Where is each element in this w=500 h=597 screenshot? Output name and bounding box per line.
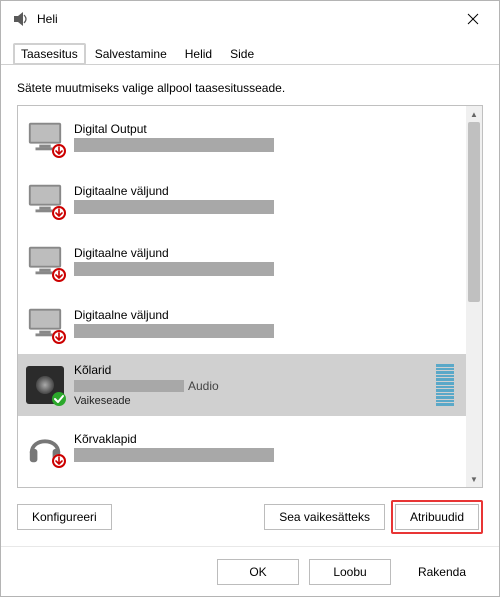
scrollbar-thumb[interactable] bbox=[468, 122, 480, 302]
properties-button[interactable]: Atribuudid bbox=[395, 504, 479, 530]
device-row[interactable]: Digitaalne väljund bbox=[18, 168, 466, 230]
configure-button[interactable]: Konfigureeri bbox=[17, 504, 112, 530]
device-icon bbox=[26, 428, 64, 466]
apply-button[interactable]: Rakenda bbox=[401, 559, 483, 585]
window-title: Heli bbox=[37, 12, 451, 26]
status-default-icon bbox=[52, 392, 66, 406]
app-icon bbox=[13, 11, 29, 27]
device-row[interactable]: Kõlarid Audio Vaikeseade bbox=[18, 354, 466, 416]
tab-taasesitus[interactable]: Taasesitus bbox=[13, 43, 86, 65]
config-row: Konfigureeri Sea vaikesätteks Atribuudid bbox=[17, 488, 483, 538]
redacted-text bbox=[74, 380, 184, 392]
device-icon bbox=[26, 180, 64, 218]
device-icon bbox=[26, 118, 64, 156]
device-list: Digital Output Digitaalne väljund Digitaal… bbox=[17, 105, 483, 488]
ok-button[interactable]: OK bbox=[217, 559, 299, 585]
sound-dialog: Heli TaasesitusSalvestamineHelidSide Sät… bbox=[0, 0, 500, 597]
device-name: Kõlarid bbox=[74, 363, 426, 377]
close-button[interactable] bbox=[451, 3, 495, 35]
status-unplugged-icon bbox=[52, 268, 66, 282]
redacted-text bbox=[74, 448, 274, 462]
tab-salvestamine[interactable]: Salvestamine bbox=[86, 42, 176, 65]
level-meter bbox=[436, 364, 454, 406]
set-default-button[interactable]: Sea vaikesätteks bbox=[264, 504, 385, 530]
device-icon bbox=[26, 242, 64, 280]
tab-strip: TaasesitusSalvestamineHelidSide bbox=[1, 37, 499, 65]
redacted-text bbox=[74, 200, 274, 214]
device-items: Digital Output Digitaalne väljund Digitaal… bbox=[18, 106, 482, 478]
scroll-up-icon[interactable]: ▲ bbox=[470, 106, 478, 122]
tab-helid[interactable]: Helid bbox=[176, 42, 221, 65]
device-name: Kõrvaklapid bbox=[74, 432, 458, 446]
tab-panel-playback: Sätete muutmiseks valige allpool taasesi… bbox=[1, 65, 499, 546]
redacted-text bbox=[74, 324, 274, 338]
device-name: Digitaalne väljund bbox=[74, 308, 458, 322]
redacted-text bbox=[74, 262, 274, 276]
device-row[interactable]: Digital Output bbox=[18, 106, 466, 168]
scrollbar[interactable]: ▲ ▼ bbox=[466, 106, 482, 487]
device-icon bbox=[26, 366, 64, 404]
tab-side[interactable]: Side bbox=[221, 42, 263, 65]
status-unplugged-icon bbox=[52, 330, 66, 344]
device-icon bbox=[26, 304, 64, 342]
device-name: Digital Output bbox=[74, 122, 458, 136]
device-driver: Audio bbox=[74, 379, 426, 393]
dialog-footer: OK Loobu Rakenda bbox=[1, 546, 499, 596]
instruction-text: Sätete muutmiseks valige allpool taasesi… bbox=[17, 81, 483, 95]
status-unplugged-icon bbox=[52, 144, 66, 158]
device-row[interactable]: Kõrvaklapid bbox=[18, 416, 466, 478]
scroll-down-icon[interactable]: ▼ bbox=[470, 471, 478, 487]
device-name: Digitaalne väljund bbox=[74, 184, 458, 198]
redacted-text bbox=[74, 138, 274, 152]
device-row[interactable]: Digitaalne väljund bbox=[18, 292, 466, 354]
cancel-button[interactable]: Loobu bbox=[309, 559, 391, 585]
status-unplugged-icon bbox=[52, 206, 66, 220]
device-row[interactable]: Digitaalne väljund bbox=[18, 230, 466, 292]
titlebar: Heli bbox=[1, 1, 499, 37]
status-unplugged-icon bbox=[52, 454, 66, 468]
device-status: Vaikeseade bbox=[74, 395, 426, 407]
device-name: Digitaalne väljund bbox=[74, 246, 458, 260]
